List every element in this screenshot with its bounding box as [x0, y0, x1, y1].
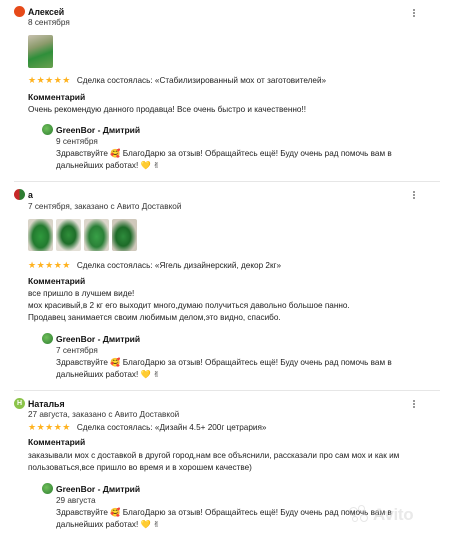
avatar-initial: Н: [16, 400, 23, 407]
seller-reply-header: GreenBor - Дмитрий: [42, 124, 140, 135]
divider: [14, 390, 440, 391]
comment-line: мох красивый,в 2 кг его выходит много,ду…: [28, 301, 350, 311]
comment-text: все пришло в лучшем виде! мох красивый,в…: [28, 288, 428, 325]
comment-line: Продавец занимается своим любимым делом,…: [28, 313, 281, 323]
review-photo[interactable]: [56, 219, 81, 251]
seller-avatar[interactable]: [42, 124, 53, 135]
seller-reply-header: GreenBor - Дмитрий: [42, 333, 140, 344]
seller-name[interactable]: GreenBor - Дмитрий: [56, 334, 140, 344]
reply-date: 7 сентября: [56, 346, 98, 355]
comment-text: Очень рекомендую данного продавца! Все о…: [28, 105, 307, 114]
deal-line: ★★★★★ Сделка состоялась: «Стабилизирован…: [28, 75, 326, 86]
comment-label: Комментарий: [28, 276, 86, 286]
more-options-icon[interactable]: [409, 189, 419, 201]
comment-label: Комментарий: [28, 437, 86, 447]
comment-label: Комментарий: [28, 92, 86, 102]
deal-text: Сделка состоялась: «Ягель дизайнерский, …: [76, 261, 282, 270]
divider: [14, 181, 440, 182]
avatar[interactable]: [14, 6, 25, 17]
review-date: 7 сентября, заказано с Авито Доставкой: [28, 202, 182, 211]
deal-line: ★★★★★ Сделка состоялась: «Дизайн 4.5+ 20…: [28, 422, 266, 433]
review-photo[interactable]: [28, 219, 53, 251]
deal-line: ★★★★★ Сделка состоялась: «Ягель дизайнер…: [28, 260, 281, 271]
review-date: 8 сентября: [28, 18, 70, 27]
review-photo[interactable]: [112, 219, 137, 251]
seller-avatar[interactable]: [42, 483, 53, 494]
seller-reply-header: GreenBor - Дмитрий: [42, 483, 140, 494]
reply-text: Здравствуйте 🥰 БлагоДарю за отзыв! Обращ…: [56, 358, 392, 380]
rating-stars: ★★★★★: [28, 75, 71, 85]
review-header: Н Наталья: [14, 398, 65, 409]
rating-stars: ★★★★★: [28, 422, 71, 432]
avatar[interactable]: Н: [14, 398, 25, 409]
review-photo[interactable]: [84, 219, 109, 251]
seller-name[interactable]: GreenBor - Дмитрий: [56, 484, 140, 494]
more-options-icon[interactable]: [409, 7, 419, 19]
deal-text: Сделка состоялась: «Дизайн 4.5+ 200г цет…: [76, 423, 267, 432]
avito-watermark: Avito: [349, 505, 414, 525]
review-header: а: [14, 189, 33, 200]
review-header: Алексей: [14, 6, 64, 17]
comment-text: заказывали мох с доставкой в другой горо…: [28, 451, 400, 473]
reply-date: 9 сентября: [56, 137, 98, 146]
comment-line: все пришло в лучшем виде!: [28, 289, 135, 298]
deal-text: Сделка состоялась: «Стабилизированный мо…: [76, 76, 327, 85]
rating-stars: ★★★★★: [28, 260, 71, 270]
avatar[interactable]: [14, 189, 25, 200]
seller-avatar[interactable]: [42, 333, 53, 344]
review-author[interactable]: а: [28, 190, 33, 200]
review-date: 27 августа, заказано с Авито Доставкой: [28, 410, 180, 419]
watermark-text: Avito: [373, 505, 414, 524]
review-author[interactable]: Алексей: [28, 7, 64, 17]
reply-date: 29 августа: [56, 496, 96, 505]
review-author[interactable]: Наталья: [28, 399, 65, 409]
seller-name[interactable]: GreenBor - Дмитрий: [56, 125, 140, 135]
review-photos: [28, 219, 137, 251]
review-photos: [28, 35, 53, 68]
reply-text: Здравствуйте 🥰 БлагоДарю за отзыв! Обращ…: [56, 149, 392, 171]
avito-logo-icon: [349, 505, 369, 525]
more-options-icon[interactable]: [409, 398, 419, 410]
review-photo[interactable]: [28, 35, 53, 68]
